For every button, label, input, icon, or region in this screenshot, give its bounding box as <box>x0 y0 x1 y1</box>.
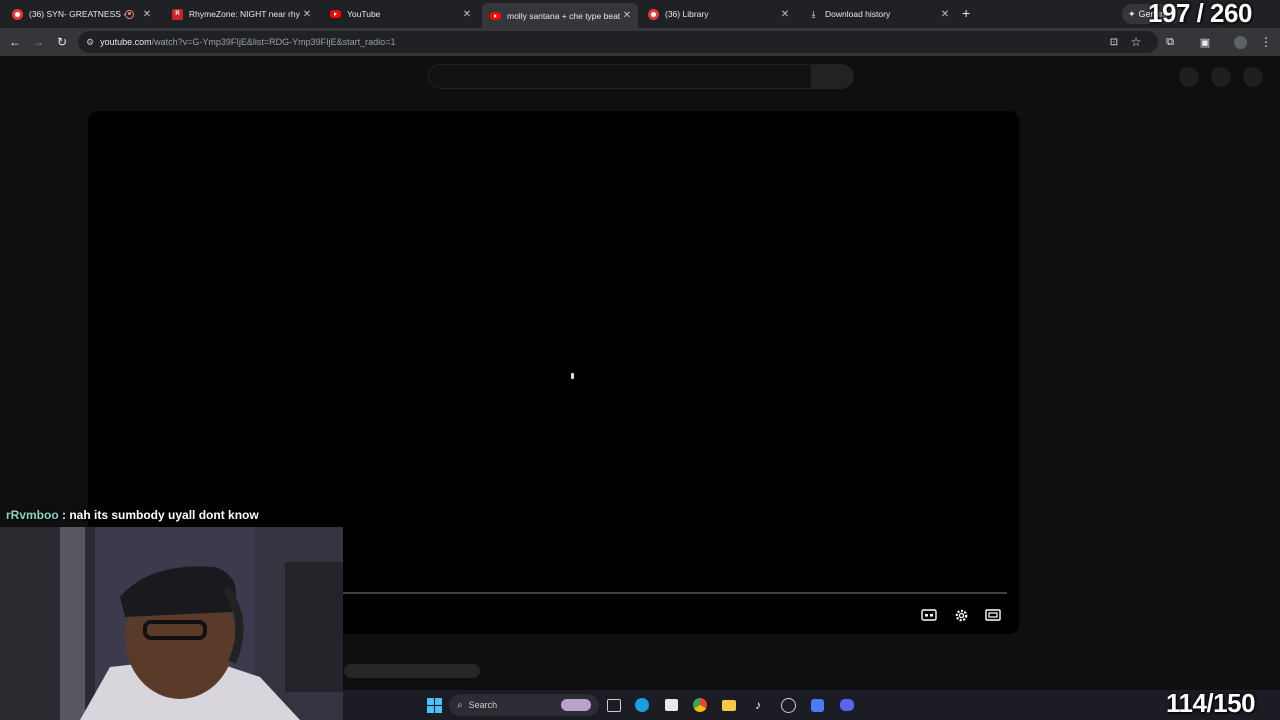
close-tab-icon[interactable]: ✕ <box>300 9 314 20</box>
browser-tab-strip: (36) SYN- GREATNESS - Stu ✕ R RhymeZone:… <box>0 0 1280 28</box>
youtube-search-button[interactable] <box>812 64 854 89</box>
taskbar-search[interactable]: ⌕ Search <box>449 694 599 716</box>
gemini-sparkle-icon: ✦ <box>1128 8 1136 19</box>
install-app-icon[interactable]: ⊡ <box>1106 34 1122 50</box>
close-tab-icon[interactable]: ✕ <box>620 10 634 21</box>
tab-title: (36) SYN- GREATNESS - Stu <box>29 9 125 19</box>
bottom-counter-overlay: 114/150 <box>1166 688 1256 718</box>
search-icon: ⌕ <box>457 699 463 711</box>
recording-icon <box>125 9 134 19</box>
chat-message-overlay: rRvmboo : nah its sumbody uyall dont kno… <box>6 508 259 522</box>
tab-library[interactable]: (36) Library ✕ <box>640 3 796 25</box>
new-tab-button[interactable]: + <box>962 5 970 21</box>
tab-download-history[interactable]: ⤓ Download history ✕ <box>800 3 956 25</box>
url-path: /watch?v=G-Ymp39FIjE&list=RDG-Ymp39FIjE&… <box>151 37 396 47</box>
chat-message-text: nah its sumbody uyall dont know <box>69 508 259 522</box>
webcam-person-image <box>0 527 343 720</box>
youtube-search-input[interactable] <box>428 64 812 89</box>
tiktok-icon[interactable]: ♪ <box>749 696 767 714</box>
taskbar-search-label: Search <box>468 700 498 710</box>
tab-rhymezone[interactable]: R RhymeZone: NIGHT near rhyme ✕ <box>164 3 318 25</box>
extensions-icon[interactable]: ⧉ <box>1162 34 1178 50</box>
app-icon[interactable] <box>808 696 826 714</box>
settings-gear-icon[interactable] <box>950 604 972 626</box>
close-tab-icon[interactable]: ✕ <box>460 9 474 20</box>
menu-kebab-icon[interactable]: ⋮ <box>1258 34 1274 50</box>
edge-icon[interactable] <box>633 696 651 714</box>
app-icon[interactable] <box>779 696 797 714</box>
chrome-icon[interactable] <box>691 696 709 714</box>
windows-start-icon[interactable] <box>425 696 443 714</box>
back-arrow-icon[interactable]: ← <box>7 34 23 50</box>
discord-icon[interactable] <box>838 696 856 714</box>
site-info-icon[interactable]: ⚙ <box>86 37 94 48</box>
tab-title: RhymeZone: NIGHT near rhyme <box>189 9 300 19</box>
top-counter-overlay: 197 / 260 <box>1148 0 1252 28</box>
account-avatar[interactable] <box>1243 67 1263 87</box>
download-icon: ⤓ <box>811 8 816 19</box>
side-panel-icon[interactable]: ▣ <box>1197 34 1213 50</box>
tab-title: YouTube <box>347 9 381 19</box>
url-host: youtube.com <box>100 37 152 47</box>
task-view-icon[interactable] <box>605 696 623 714</box>
close-tab-icon[interactable]: ✕ <box>938 9 952 20</box>
close-tab-icon[interactable]: ✕ <box>778 9 792 20</box>
create-icon[interactable] <box>1179 67 1199 87</box>
close-tab-icon[interactable]: ✕ <box>140 9 154 20</box>
notifications-icon[interactable] <box>1211 67 1231 87</box>
captions-icon[interactable] <box>918 604 940 626</box>
syn-music-icon <box>12 8 23 20</box>
tab-title: molly santana + che type beat <box>507 10 620 21</box>
theater-mode-icon[interactable] <box>982 604 1004 626</box>
tab-syn-greatness[interactable]: (36) SYN- GREATNESS - Stu ✕ <box>4 3 158 25</box>
reload-icon[interactable]: ↻ <box>54 34 70 50</box>
tab-youtube[interactable]: YouTube ✕ <box>322 3 478 25</box>
chat-separator: : <box>58 508 70 522</box>
webcam-feed <box>0 527 343 720</box>
address-bar[interactable]: ⚙ youtube.com /watch?v=G-Ymp39FIjE&list=… <box>78 31 1158 53</box>
bookmark-star-icon[interactable]: ☆ <box>1128 34 1144 50</box>
chat-username: rRvmboo <box>6 508 59 522</box>
forward-arrow-icon[interactable]: → <box>30 34 46 50</box>
placeholder-pill <box>344 664 480 678</box>
tab-title: Download history <box>825 9 891 19</box>
tab-title: (36) Library <box>665 9 709 19</box>
file-explorer-icon[interactable] <box>720 696 738 714</box>
youtube-icon <box>490 11 501 20</box>
search-highlight-icon <box>561 699 591 711</box>
profile-avatar[interactable] <box>1232 34 1248 50</box>
windows-taskbar: ⌕ Search ♪ <box>343 690 1280 720</box>
store-icon[interactable] <box>662 696 680 714</box>
youtube-icon <box>330 10 341 18</box>
browser-toolbar: ← → ↻ ⚙ youtube.com /watch?v=G-Ymp39FIjE… <box>0 28 1280 56</box>
rhymezone-icon: R <box>172 8 183 20</box>
library-icon <box>648 8 659 20</box>
tab-molly-santana[interactable]: molly santana + che type beat ✕ <box>482 3 638 28</box>
loading-spinner-icon <box>571 373 574 379</box>
